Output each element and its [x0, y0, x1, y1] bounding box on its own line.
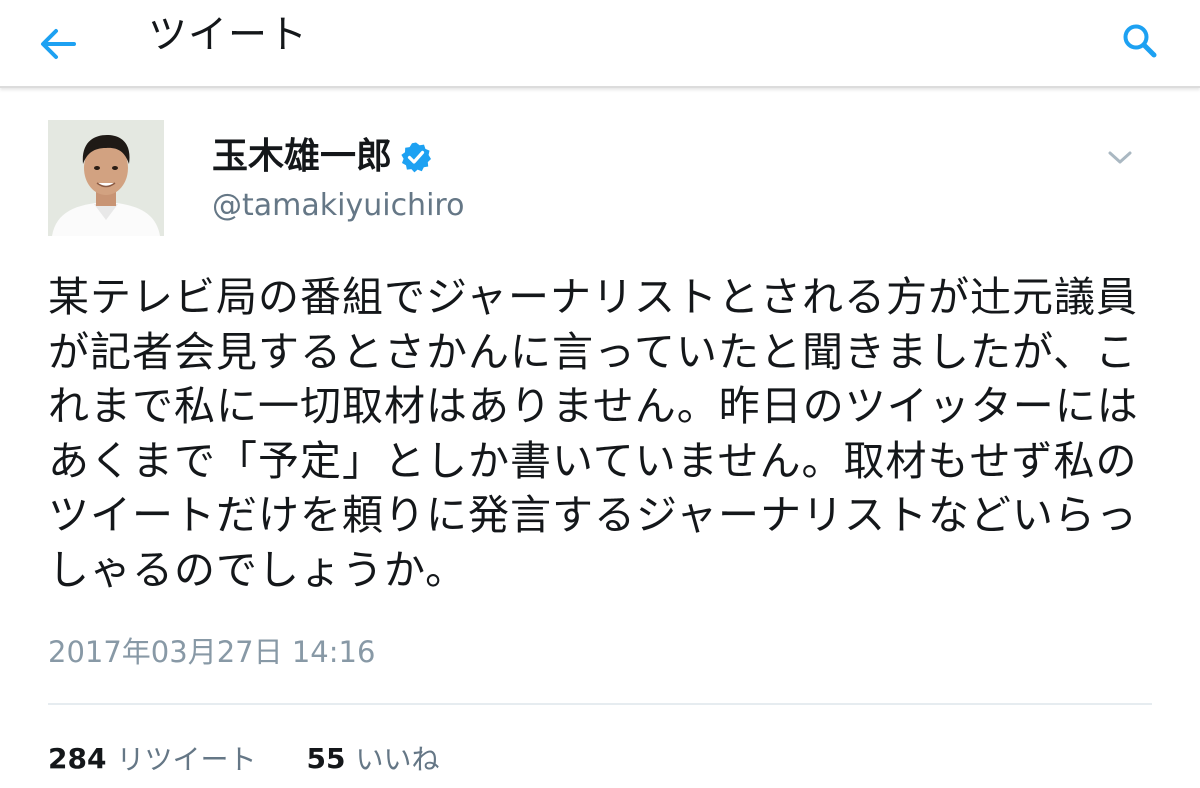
page-title: ツイート	[148, 13, 309, 58]
tweet-timestamp[interactable]: 2017年03月27日 14:16	[48, 632, 375, 672]
tweet-stats: 284 リツイート 55 いいね	[48, 736, 439, 780]
search-icon	[1123, 24, 1157, 58]
verified-badge-icon	[400, 141, 432, 173]
chevron-down-icon	[1108, 151, 1132, 164]
retweet-count-link[interactable]: 284 リツイート	[48, 738, 256, 778]
tweet-menu-button[interactable]	[1098, 140, 1142, 176]
retweet-label: リツイート	[116, 743, 257, 776]
tweet-text: 某テレビ局の番組でジャーナリストとされる方が辻元議員が記者会見するとさかんに言っ…	[48, 273, 1139, 594]
like-count: 55	[306, 741, 346, 775]
divider	[48, 703, 1152, 705]
arrow-left-icon	[41, 29, 76, 59]
author-name-row[interactable]: 玉木雄一郎	[212, 132, 432, 182]
top-app-bar: ツイート	[0, 0, 1200, 88]
username-handle[interactable]: @tamakiyuichiro	[212, 186, 464, 226]
retweet-count: 284	[48, 741, 107, 775]
like-count-link[interactable]: 55 いいね	[306, 738, 439, 778]
profile-photo	[48, 120, 164, 236]
search-button[interactable]	[1112, 12, 1168, 68]
like-label: いいね	[355, 743, 440, 776]
back-button[interactable]	[30, 14, 86, 70]
avatar[interactable]	[48, 120, 164, 236]
display-name[interactable]: 玉木雄一郎	[212, 135, 392, 179]
